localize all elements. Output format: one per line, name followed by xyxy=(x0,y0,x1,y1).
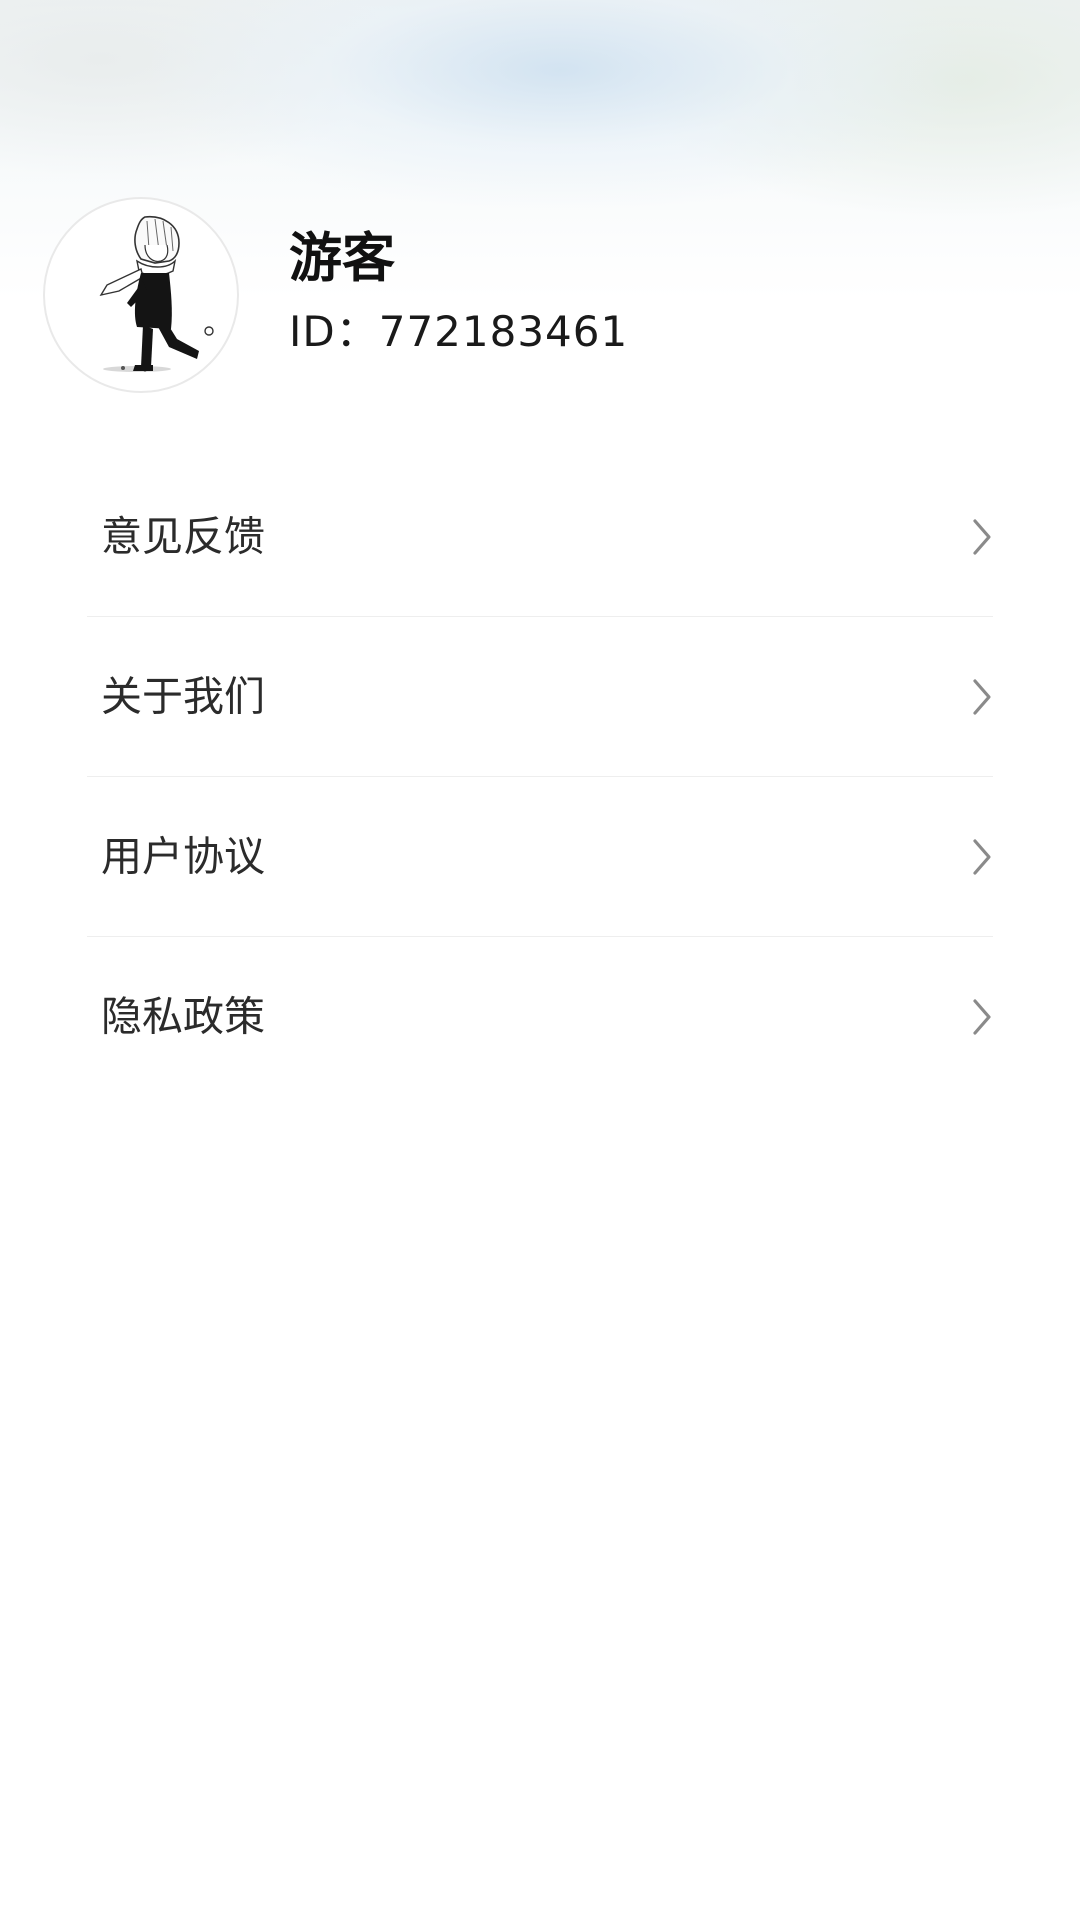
menu-item-label: 关于我们 xyxy=(101,672,265,720)
menu-item-user-agreement[interactable]: 用户协议 xyxy=(87,777,993,937)
menu-item-label: 意见反馈 xyxy=(101,512,265,560)
avatar[interactable] xyxy=(43,197,239,393)
menu-item-feedback[interactable]: 意见反馈 xyxy=(87,457,993,617)
avatar-illustration xyxy=(99,216,214,372)
menu-item-privacy-policy[interactable]: 隐私政策 xyxy=(87,937,993,1097)
chevron-right-icon xyxy=(973,518,991,555)
menu-item-about-us[interactable]: 关于我们 xyxy=(87,617,993,777)
profile-section: 游客 ID：772183461 xyxy=(0,0,1080,420)
menu-item-label: 隐私政策 xyxy=(101,992,265,1041)
chevron-right-icon xyxy=(973,999,991,1035)
settings-menu: 意见反馈 关于我们 用户协议 隐私政策 xyxy=(87,457,993,1097)
user-id: ID：772183461 xyxy=(289,307,629,356)
chevron-right-icon xyxy=(973,838,991,875)
menu-item-label: 用户协议 xyxy=(101,832,265,880)
user-name: 游客 xyxy=(289,228,395,289)
chevron-right-icon xyxy=(973,678,991,715)
